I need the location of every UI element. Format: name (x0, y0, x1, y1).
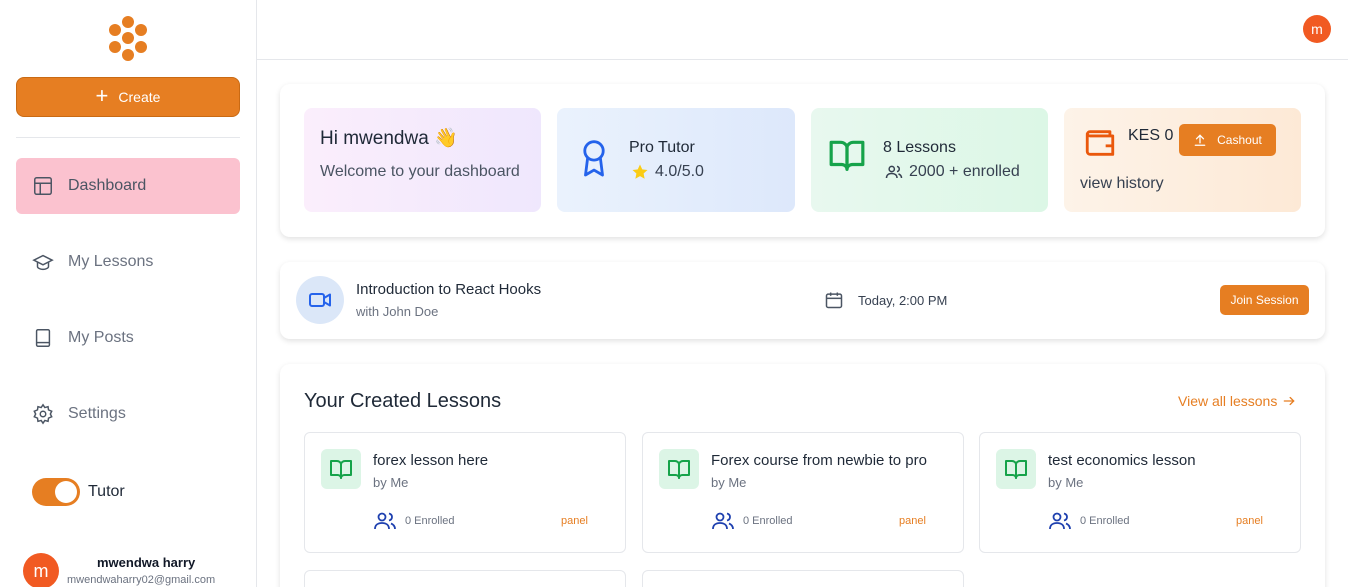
sidebar-item-label: Settings (68, 405, 126, 422)
welcome-text: Welcome to your dashboard (320, 163, 520, 180)
balance-amount: KES 0 (1128, 127, 1174, 144)
open-book-icon (668, 460, 690, 479)
upcoming-session-card: Introduction to React Hooks with John Do… (280, 262, 1325, 339)
view-all-label: View all lessons (1178, 393, 1278, 409)
users-icon (374, 512, 396, 530)
sidebar-item-label: My Lessons (68, 253, 154, 270)
user-email: mwendwaharry02@gmail.com (67, 574, 216, 586)
sidebar-item-label: My Posts (68, 329, 134, 346)
create-button[interactable]: + Create (16, 77, 240, 117)
lesson-card[interactable] (642, 570, 964, 587)
created-lessons-card: Your Created Lessons View all lessons fo… (280, 364, 1325, 587)
join-session-button[interactable]: Join Session (1220, 285, 1309, 315)
lesson-panel-link[interactable]: panel (1236, 515, 1263, 527)
calendar-icon (825, 292, 843, 309)
session-time-row: Today, 2:00 PM (824, 290, 947, 310)
topbar: m (257, 0, 1348, 60)
lesson-enrolled-count: 0 Enrolled (743, 515, 793, 527)
award-icon (583, 140, 605, 177)
lesson-author: by Me (1048, 475, 1084, 490)
lesson-name: Forex course from newbie to pro (711, 452, 927, 469)
sidebar: + Create Dashboard My Lessons My Posts S… (0, 0, 257, 587)
lesson-icon-box (996, 449, 1036, 489)
lesson-card[interactable]: forex lesson here by Me 0 Enrolled panel (304, 432, 626, 553)
lessons-heading: Your Created Lessons (304, 390, 502, 412)
lesson-icon-box (659, 449, 699, 489)
session-time: Today, 2:00 PM (858, 292, 948, 308)
avatar[interactable]: m (1303, 15, 1331, 43)
arrow-right-icon (1284, 396, 1295, 406)
user-profile[interactable]: m mwendwa harry mwendwaharry02@gmail.com (23, 553, 253, 587)
lesson-panel-link[interactable]: panel (899, 515, 926, 527)
wallet-icon (1085, 130, 1115, 156)
users-icon (712, 512, 734, 530)
tutor-toggle[interactable] (32, 478, 80, 506)
lesson-name: test economics lesson (1048, 452, 1196, 469)
upload-icon (1194, 134, 1206, 146)
user-name: mwendwa harry (97, 555, 196, 570)
gear-icon (33, 403, 53, 425)
lessons-stat: 8 Lessons 2000 + enrolled (811, 108, 1048, 212)
lesson-enrolled-row: 0 Enrolled (711, 509, 793, 533)
sidebar-item-my-posts[interactable]: My Posts (16, 310, 240, 366)
lesson-card[interactable] (304, 570, 626, 587)
book-icon (35, 329, 51, 347)
rating-stat: Pro Tutor 4.0/5.0 (557, 108, 795, 212)
open-book-icon (330, 460, 352, 479)
star-icon (632, 164, 648, 179)
lesson-card[interactable]: test economics lesson by Me 0 Enrolled p… (979, 432, 1301, 553)
plus-icon: + (95, 83, 109, 108)
sidebar-item-settings[interactable]: Settings (16, 386, 240, 442)
cashout-button[interactable]: Cashout (1179, 124, 1276, 156)
open-book-icon (829, 140, 865, 171)
greeting: Hi mwendwa 👋 (320, 128, 458, 149)
cashout-button-label: Cashout (1217, 133, 1262, 147)
sidebar-item-my-lessons[interactable]: My Lessons (16, 234, 240, 290)
lesson-name: forex lesson here (373, 452, 489, 469)
session-host: with John Doe (356, 304, 439, 319)
enrolled-count: 2000 + enrolled (909, 163, 1020, 180)
session-title: Introduction to React Hooks (356, 281, 542, 298)
video-icon (309, 293, 331, 307)
lesson-enrolled-row: 0 Enrolled (373, 509, 455, 533)
avatar: m (23, 553, 59, 587)
enrolled-row: 2000 + enrolled (885, 163, 1020, 181)
lesson-enrolled-count: 0 Enrolled (1080, 515, 1130, 527)
lessons-count: 8 Lessons (883, 139, 956, 156)
sidebar-divider (16, 137, 240, 138)
graduation-cap-icon (32, 254, 54, 271)
rating-row: 4.0/5.0 (631, 163, 704, 181)
welcome-stat: Hi mwendwa 👋 Welcome to your dashboard (304, 108, 541, 212)
flower-logo-icon[interactable] (106, 16, 150, 62)
rating-value: 4.0/5.0 (655, 163, 704, 180)
users-icon (885, 165, 903, 179)
video-icon-circle (296, 276, 344, 324)
layout-icon (34, 177, 52, 195)
lesson-author: by Me (711, 475, 747, 490)
balance-stat: KES 0 Cashout view history (1064, 108, 1301, 212)
lesson-enrolled-row: 0 Enrolled (1048, 509, 1130, 533)
open-book-icon (1005, 460, 1027, 479)
lesson-icon-box (321, 449, 361, 489)
sidebar-item-dashboard[interactable]: Dashboard (16, 158, 240, 214)
lesson-enrolled-count: 0 Enrolled (405, 515, 455, 527)
lesson-panel-link[interactable]: panel (561, 515, 588, 527)
users-icon (1049, 512, 1071, 530)
view-all-lessons-link[interactable]: View all lessons (1178, 393, 1296, 409)
view-history-link[interactable]: view history (1080, 175, 1164, 193)
lesson-card[interactable]: Forex course from newbie to pro by Me 0 … (642, 432, 964, 553)
tutor-toggle-label: Tutor (88, 483, 125, 500)
stats-card: Hi mwendwa 👋 Welcome to your dashboard P… (280, 84, 1325, 237)
rank-title: Pro Tutor (629, 139, 695, 156)
sidebar-item-label: Dashboard (68, 177, 147, 194)
create-button-label: Create (118, 89, 161, 105)
lesson-author: by Me (373, 475, 409, 490)
tutor-toggle-row: Tutor (32, 478, 125, 506)
